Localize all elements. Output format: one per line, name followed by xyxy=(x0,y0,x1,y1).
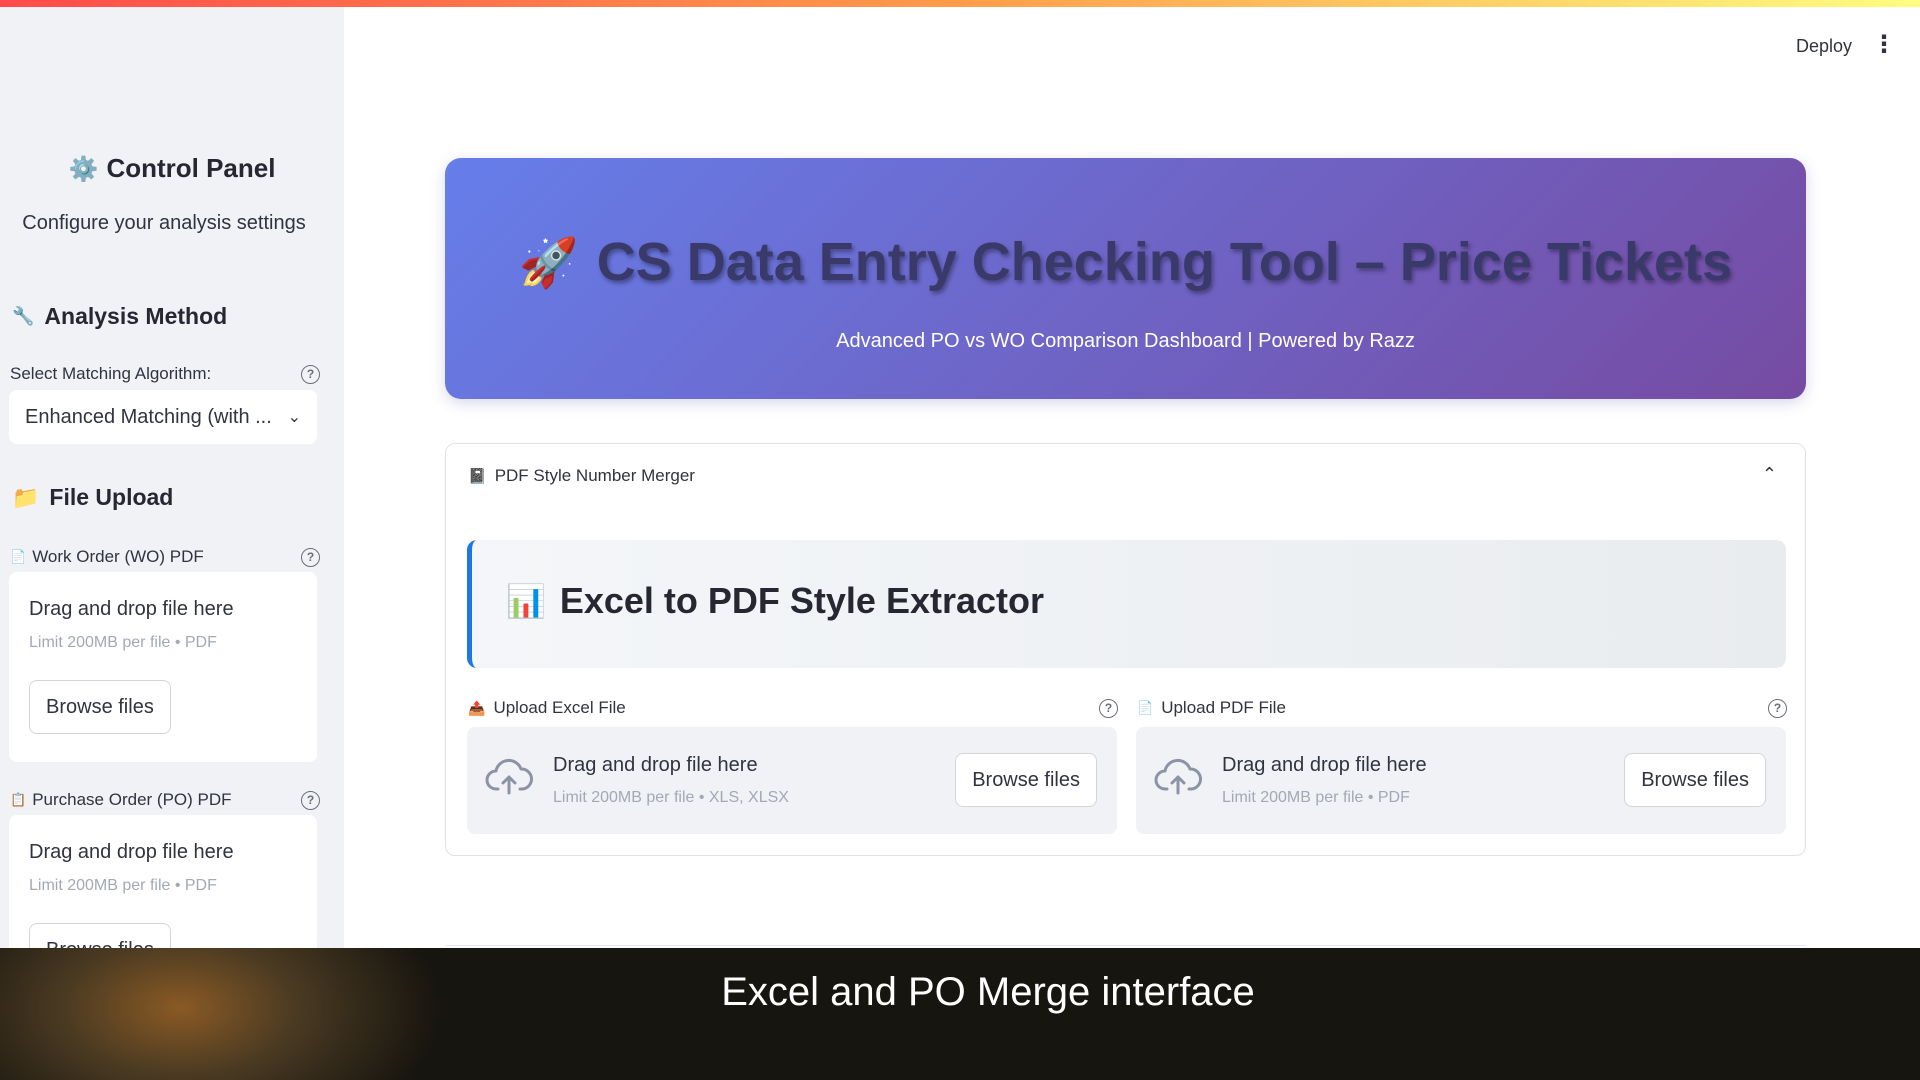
wo-upload-label: 📄 Work Order (WO) PDF ? xyxy=(10,547,320,567)
deploy-button[interactable]: Deploy xyxy=(1796,36,1852,57)
help-icon[interactable]: ? xyxy=(1768,698,1787,718)
gear-icon: ⚙️ xyxy=(68,156,99,183)
sidebar-title: ⚙️ Control Panel xyxy=(68,153,276,183)
po-browse-button[interactable]: Browse files xyxy=(29,923,171,948)
extractor-section: 📊 Excel to PDF Style Extractor xyxy=(467,540,1786,668)
sidebar: ⚙️ Control Panel Configure your analysis … xyxy=(0,7,344,948)
rocket-icon: 🚀 xyxy=(518,236,579,290)
notebook-icon: 📓 xyxy=(468,468,487,485)
dropzone-title: Drag and drop file here xyxy=(29,598,234,620)
wrench-icon: 🔧 xyxy=(12,306,35,326)
folder-icon: 📁 xyxy=(12,484,40,510)
chevron-up-icon[interactable]: ⌃ xyxy=(1762,464,1777,485)
algorithm-select[interactable]: Enhanced Matching (with ... ⌄ xyxy=(9,390,317,444)
dropzone-limit: Limit 200MB per file • PDF xyxy=(29,877,217,894)
po-upload-label: 📋 Purchase Order (PO) PDF ? xyxy=(10,790,320,810)
pdf-browse-button[interactable]: Browse files xyxy=(1624,753,1766,807)
section-divider xyxy=(445,945,1806,946)
expander-header[interactable]: 📓 PDF Style Number Merger xyxy=(468,466,695,486)
dropzone-limit: Limit 200MB per file • XLS, XLSX xyxy=(553,789,789,806)
pdf-dropzone[interactable]: Drag and drop file here Limit 200MB per … xyxy=(1136,727,1786,834)
top-decoration-bar xyxy=(0,0,1920,7)
file-upload-heading: 📁 File Upload xyxy=(12,484,174,510)
cloud-upload-icon xyxy=(485,758,533,795)
document-icon: 📄 xyxy=(10,549,27,564)
extractor-title: 📊 Excel to PDF Style Extractor xyxy=(506,580,1045,621)
document-icon: 📄 xyxy=(1137,700,1154,715)
pdf-upload-label: 📄 Upload PDF File ? xyxy=(1137,698,1787,718)
dropzone-title: Drag and drop file here xyxy=(553,754,758,776)
wo-dropzone[interactable]: Drag and drop file here Limit 200MB per … xyxy=(9,572,317,762)
bar-chart-icon: 📊 xyxy=(506,583,546,619)
clipboard-icon: 📋 xyxy=(10,792,27,807)
pdf-style-merger-expander: 📓 PDF Style Number Merger ⌃ 📊 Excel to P… xyxy=(445,443,1806,856)
help-icon[interactable]: ? xyxy=(301,364,320,384)
help-icon[interactable]: ? xyxy=(301,790,320,810)
po-dropzone[interactable]: Drag and drop file here Limit 200MB per … xyxy=(9,815,317,948)
caption-text: Excel and PO Merge interface xyxy=(721,970,1255,1014)
dropzone-limit: Limit 200MB per file • PDF xyxy=(1222,789,1410,806)
hero-subtitle: Advanced PO vs WO Comparison Dashboard |… xyxy=(836,330,1415,352)
dropzone-title: Drag and drop file here xyxy=(29,841,234,863)
more-menu-icon[interactable]: ⋮ xyxy=(1872,33,1896,57)
excel-upload-label: 📤 Upload Excel File ? xyxy=(468,698,1118,718)
wo-browse-button[interactable]: Browse files xyxy=(29,680,171,734)
hero-banner: 🚀 CS Data Entry Checking Tool – Price Ti… xyxy=(445,158,1806,399)
analysis-method-heading: 🔧 Analysis Method xyxy=(12,303,228,329)
help-icon[interactable]: ? xyxy=(301,547,320,567)
dropzone-limit: Limit 200MB per file • PDF xyxy=(29,634,217,651)
chevron-down-icon: ⌄ xyxy=(287,409,301,426)
help-icon[interactable]: ? xyxy=(1099,698,1118,718)
excel-browse-button[interactable]: Browse files xyxy=(955,753,1097,807)
sidebar-subtitle: Configure your analysis settings xyxy=(22,212,306,234)
upload-tray-icon: 📤 xyxy=(468,699,486,716)
hero-title: 🚀 CS Data Entry Checking Tool – Price Ti… xyxy=(518,232,1733,292)
algorithm-select-label: Select Matching Algorithm: ? xyxy=(10,364,320,384)
algorithm-select-value: Enhanced Matching (with ... xyxy=(25,405,272,428)
excel-dropzone[interactable]: Drag and drop file here Limit 200MB per … xyxy=(467,727,1117,834)
dropzone-title: Drag and drop file here xyxy=(1222,754,1427,776)
cloud-upload-icon xyxy=(1154,758,1202,795)
